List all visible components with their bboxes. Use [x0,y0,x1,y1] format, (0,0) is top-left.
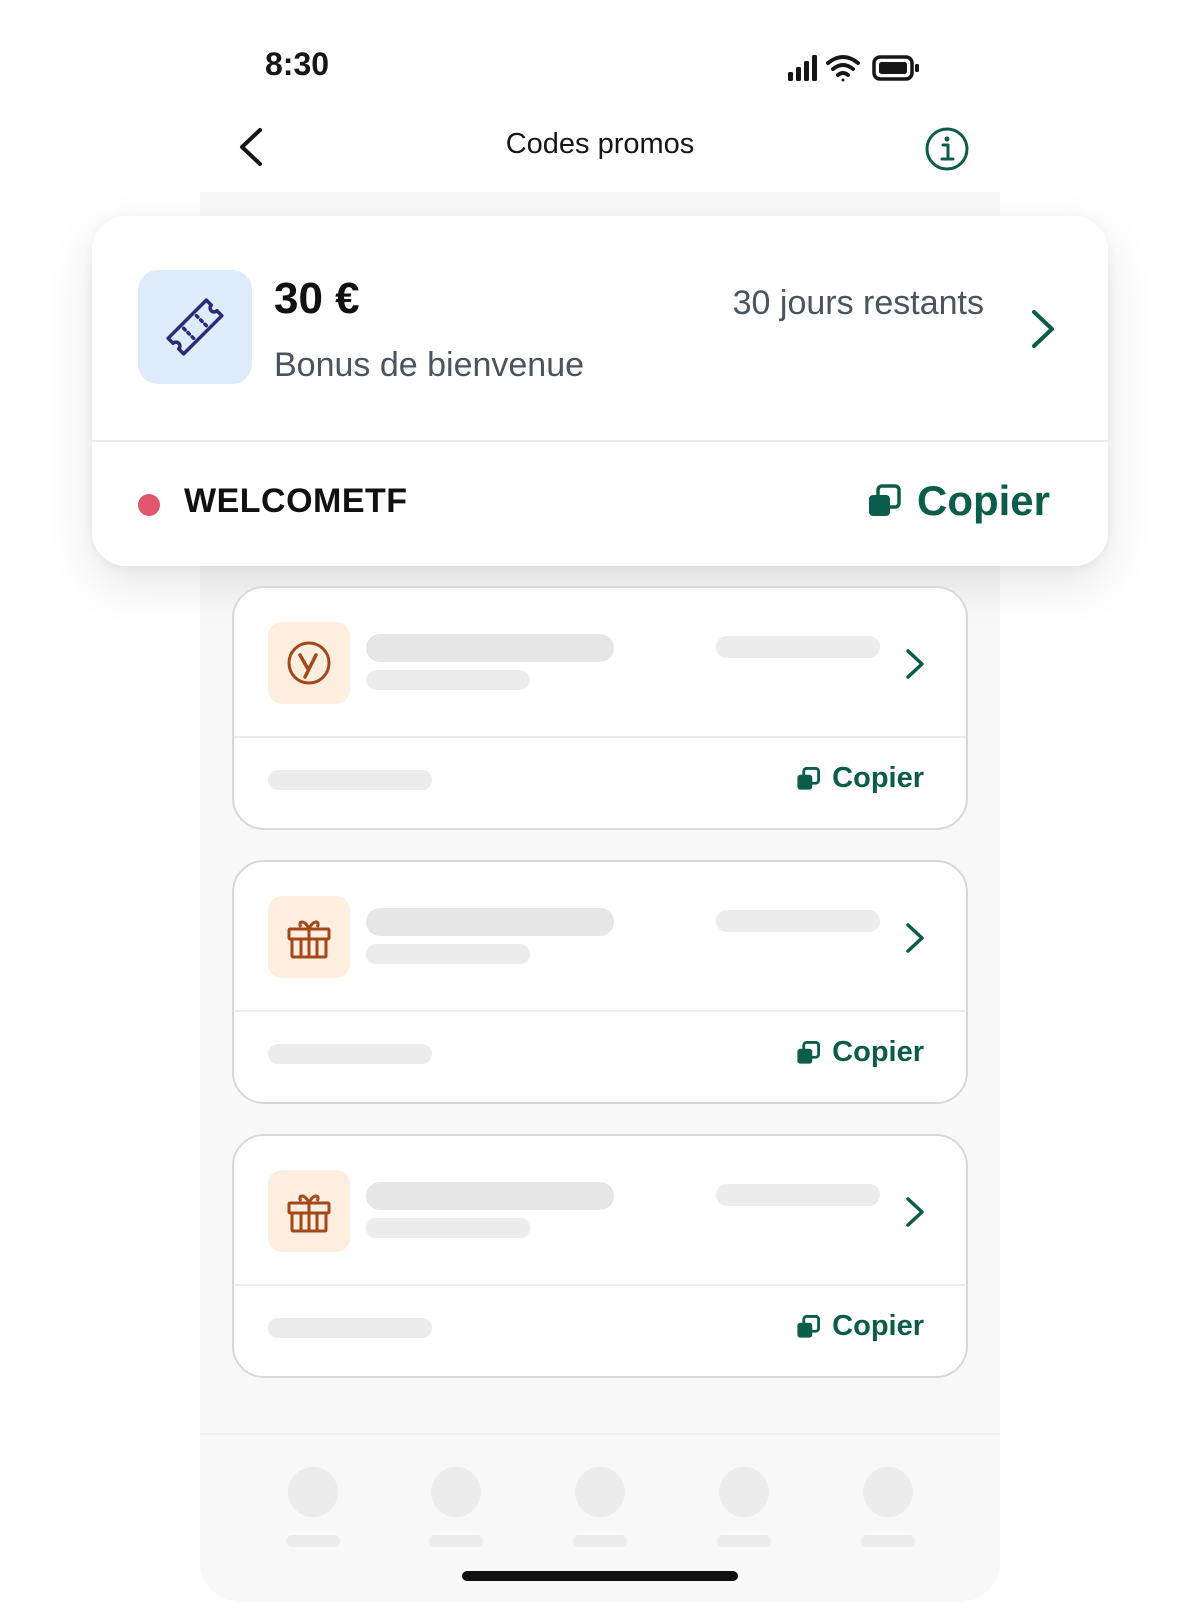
promo-icon-box [268,1170,350,1252]
skeleton-subtitle [366,670,530,690]
status-icons [788,52,938,84]
gift-icon [287,920,331,959]
copy-label: Copier [832,762,924,794]
tab-icon-skeleton [575,1467,625,1517]
tab-label-skeleton [429,1535,483,1547]
info-circle-icon [925,127,969,171]
featured-icon-box [138,270,252,384]
tab-icon-skeleton [431,1467,481,1517]
brand-y-icon [287,641,331,685]
promo-card[interactable]: Copier [232,1134,968,1378]
tab-item-skeleton[interactable] [714,1467,774,1547]
chevron-right-icon [906,923,924,953]
skeleton-days [716,910,880,932]
chevron-right-icon [906,649,924,679]
copy-icon [797,1314,821,1338]
gift-icon [287,1194,331,1233]
promo-code: WELCOMETF [184,482,408,520]
details-chevron[interactable] [902,920,928,956]
days-remaining: 30 jours restants [732,284,984,322]
skeleton-code [268,770,432,790]
copy-button[interactable]: Copier [796,1036,924,1069]
info-button[interactable] [924,126,970,172]
status-dot [138,494,160,516]
skeleton-subtitle [366,944,530,964]
details-chevron[interactable] [902,646,928,682]
copy-label: Copier [832,1036,924,1068]
copy-icon [797,1040,821,1064]
copy-label: Copier [832,1310,924,1342]
card-divider [234,1284,966,1286]
tab-label-skeleton [861,1535,915,1547]
copy-icon [797,766,821,790]
skeleton-title [366,908,614,936]
chevron-left-icon [240,128,262,166]
copy-button[interactable]: Copier [796,1310,924,1343]
wifi-icon [826,55,860,82]
tab-icon-skeleton [719,1467,769,1517]
promo-card[interactable]: Copier [232,586,968,830]
tab-icon-skeleton [863,1467,913,1517]
chevron-right-icon [1032,310,1054,348]
skeleton-code [268,1044,432,1064]
skeleton-title [366,1182,614,1210]
ticket-icon [166,298,224,356]
skeleton-title [366,634,614,662]
featured-promo-card[interactable]: 30 € Bonus de bienvenue 30 jours restant… [92,216,1108,566]
promo-icon-box [268,622,350,704]
cellular-signal-icon [788,55,817,81]
battery-icon [872,55,919,81]
card-divider [92,440,1108,442]
tab-item-skeleton[interactable] [858,1467,918,1547]
tab-icon-skeleton [288,1467,338,1517]
promo-card[interactable]: Copier [232,860,968,1104]
promo-icon-box [268,896,350,978]
skeleton-days [716,636,880,658]
promo-amount: 30 € [274,274,360,323]
home-indicator [462,1571,738,1581]
tab-label-skeleton [286,1535,340,1547]
details-chevron[interactable] [902,1194,928,1230]
skeleton-subtitle [366,1218,530,1238]
card-divider [234,1010,966,1012]
skeleton-code [268,1318,432,1338]
card-divider [234,736,966,738]
chevron-right-icon [906,1197,924,1227]
copy-button[interactable]: Copier [796,762,924,795]
copy-icon [868,484,901,516]
tab-label-skeleton [573,1535,627,1547]
status-time: 8:30 [265,46,330,82]
promo-label: Bonus de bienvenue [274,346,585,384]
back-button[interactable] [230,124,274,170]
skeleton-days [716,1184,880,1206]
tab-item-skeleton[interactable] [426,1467,486,1547]
tab-label-skeleton [717,1535,771,1547]
page-title: Codes promos [505,128,695,160]
tab-item-skeleton[interactable] [570,1467,630,1547]
tab-item-skeleton[interactable] [283,1467,343,1547]
copy-label: Copier [916,477,1050,524]
copy-button[interactable]: Copier [867,476,1050,526]
details-chevron[interactable] [1022,304,1062,354]
